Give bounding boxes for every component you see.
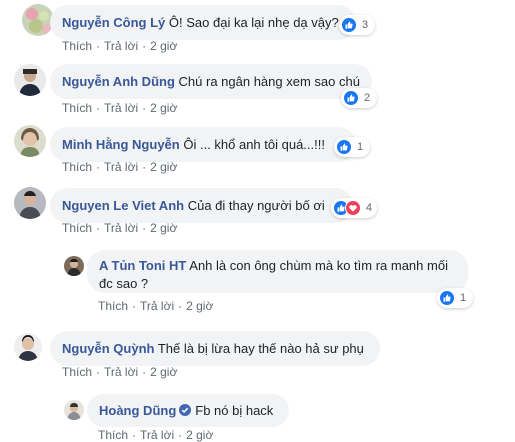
like-reaction-icon	[341, 17, 357, 33]
timestamp[interactable]: 2 giờ	[150, 101, 177, 115]
like-reaction-icon	[336, 139, 352, 155]
comment-actions: Thích · Trả lời · 2 giờ	[62, 365, 177, 379]
timestamp[interactable]: 2 giờ	[186, 428, 213, 442]
comment-bubble: A Tủn Toni HT Anh là con ông chùm mà ko …	[87, 250, 468, 293]
timestamp[interactable]: 2 giờ	[150, 39, 177, 53]
reaction-count: 1	[357, 141, 364, 153]
comment-author[interactable]: Minh Hằng Nguyễn	[62, 137, 180, 152]
comment-text: Fb nó bị hack	[195, 403, 274, 418]
reply-link[interactable]: Trả lời	[104, 221, 138, 235]
separator-dot: ·	[96, 365, 101, 379]
comment-bubble: Nguyễn Quỳnh Thế là bị lừa hay thế nào h…	[50, 331, 380, 366]
separator-dot: ·	[96, 39, 101, 53]
separator-dot: ·	[96, 160, 101, 174]
separator-dot: ·	[142, 365, 147, 379]
avatar[interactable]	[14, 125, 46, 157]
reaction-count: 2	[364, 92, 371, 104]
comment-bubble: Nguyễn Anh Dũng Chú ra ngân hàng xem sao…	[50, 64, 372, 99]
reply-link[interactable]: Trả lời	[104, 39, 138, 53]
like-reaction-icon	[343, 90, 359, 106]
like-link[interactable]: Thích	[62, 101, 92, 115]
like-link[interactable]: Thích	[62, 365, 92, 379]
like-link[interactable]: Thích	[98, 428, 128, 442]
reply-link[interactable]: Trả lời	[140, 299, 174, 313]
separator-dot: ·	[178, 428, 183, 442]
separator-dot: ·	[96, 221, 101, 235]
like-link[interactable]: Thích	[98, 299, 128, 313]
comment-author[interactable]: Nguyễn Quỳnh	[62, 341, 154, 356]
like-reaction-icon	[439, 290, 455, 306]
love-reaction-icon	[344, 200, 361, 216]
reaction-summary[interactable]: 2	[341, 88, 377, 108]
separator-dot: ·	[142, 101, 147, 115]
separator-dot: ·	[142, 221, 147, 235]
avatar[interactable]	[14, 333, 42, 361]
timestamp[interactable]: 2 giờ	[150, 365, 177, 379]
comment-text: Chú ra ngân hàng xem sao chú	[178, 74, 360, 89]
reply-link[interactable]: Trả lời	[104, 160, 138, 174]
timestamp[interactable]: 2 giờ	[150, 221, 177, 235]
comment-actions: Thích · Trả lời · 2 giờ	[62, 101, 177, 115]
comment-actions: Thích · Trả lời · 2 giờ	[62, 39, 177, 53]
timestamp[interactable]: 2 giờ	[150, 160, 177, 174]
reply-link[interactable]: Trả lời	[140, 428, 174, 442]
like-link[interactable]: Thích	[62, 160, 92, 174]
like-link[interactable]: Thích	[62, 39, 92, 53]
reaction-count: 3	[362, 19, 369, 31]
like-link[interactable]: Thích	[62, 221, 92, 235]
avatar[interactable]	[64, 400, 84, 420]
separator-dot: ·	[96, 101, 101, 115]
comment-bubble: Nguyễn Công Lý Ô! Sao đại ka lại nhẹ dạ …	[50, 5, 356, 40]
comment-author[interactable]: Nguyễn Anh Dũng	[62, 74, 175, 89]
comment-author[interactable]: Nguyễn Công Lý	[62, 15, 165, 30]
comment-actions: Thích · Trả lời · 2 giờ	[98, 428, 213, 442]
avatar[interactable]	[64, 256, 84, 276]
reaction-summary[interactable]: 1	[437, 288, 473, 308]
comment-bubble: Minh Hằng Nguyễn Ôi ... khổ anh tôi quá.…	[50, 127, 356, 162]
comment-author[interactable]: Nguyen Le Viet Anh	[62, 198, 184, 213]
separator-dot: ·	[142, 160, 147, 174]
reaction-summary[interactable]: 4	[331, 198, 377, 218]
comment-text: Ôi ... khổ anh tôi quá...!!!	[183, 137, 325, 152]
reply-link[interactable]: Trả lời	[104, 365, 138, 379]
separator-dot: ·	[132, 299, 137, 313]
comment-text: Của đi thay người bố ơi	[187, 198, 325, 213]
comment-text: Thế là bị lừa hay thế nào hả sư phụ	[157, 341, 364, 356]
separator-dot: ·	[132, 428, 137, 442]
comment-actions: Thích · Trả lời · 2 giờ	[62, 221, 177, 235]
reaction-count: 1	[460, 292, 467, 304]
separator-dot: ·	[142, 39, 147, 53]
comment-author[interactable]: Hoàng Dũng	[99, 403, 176, 418]
comment-text: Ô! Sao đại ka lại nhẹ dạ vậy?	[168, 15, 339, 30]
avatar[interactable]	[14, 187, 46, 219]
comment-actions: Thích · Trả lời · 2 giờ	[62, 160, 177, 174]
comment-bubble: Nguyen Le Viet Anh Của đi thay người bố …	[50, 188, 353, 223]
reply-link[interactable]: Trả lời	[104, 101, 138, 115]
reaction-summary[interactable]: 1	[334, 137, 370, 157]
verified-badge-icon	[179, 404, 192, 416]
comment-author[interactable]: A Tủn Toni HT	[99, 258, 186, 273]
timestamp[interactable]: 2 giờ	[186, 299, 213, 313]
avatar[interactable]	[14, 64, 46, 96]
comment-bubble: Hoàng Dũng Fb nó bị hack	[87, 394, 289, 427]
comment-actions: Thích · Trả lời · 2 giờ	[98, 299, 213, 313]
reaction-summary[interactable]: 3	[339, 15, 375, 35]
reaction-count: 4	[365, 202, 372, 214]
separator-dot: ·	[178, 299, 183, 313]
